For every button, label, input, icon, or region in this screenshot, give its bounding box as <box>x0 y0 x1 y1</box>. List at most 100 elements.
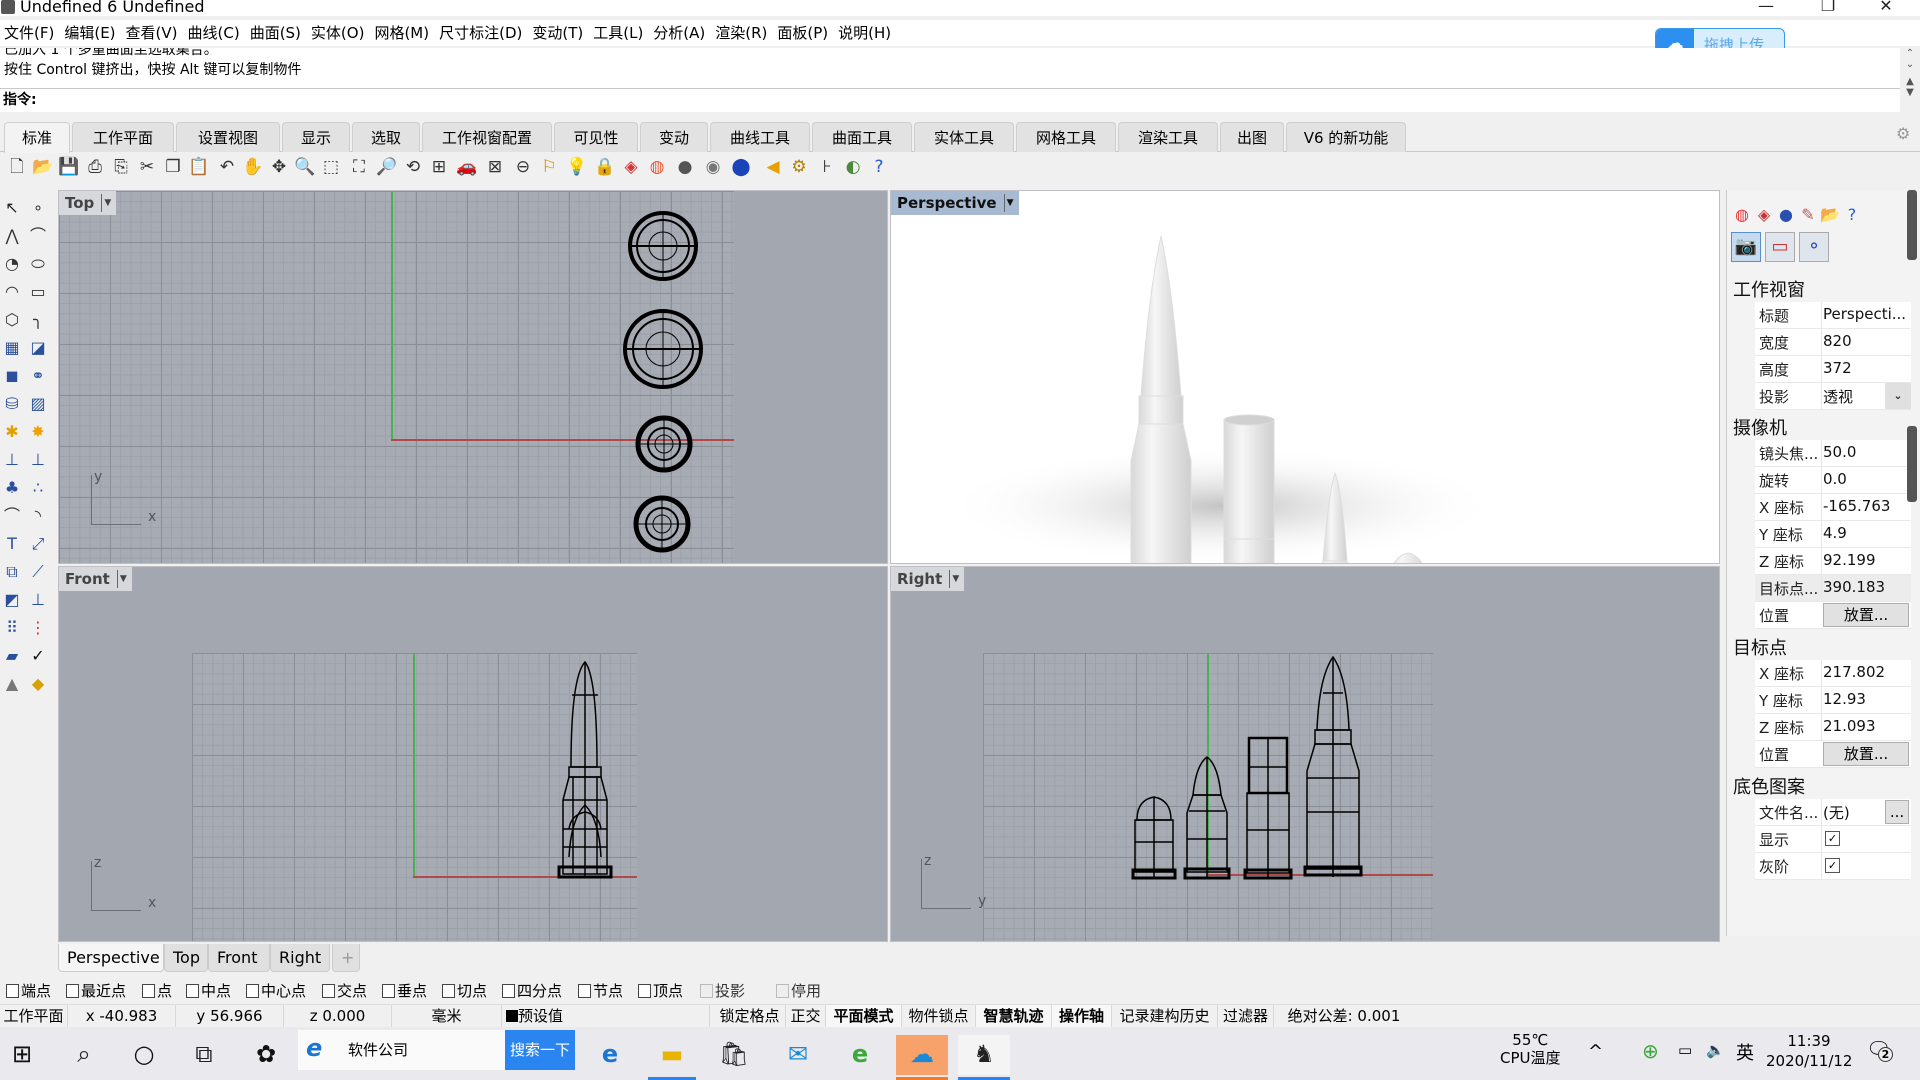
viewport-tab-perspective[interactable]: Perspective <box>58 944 164 972</box>
box-icon[interactable]: ◼ <box>0 364 24 388</box>
prop-row-camera-y[interactable]: Y 座标 4.9 <box>1755 521 1911 548</box>
tab-cplanes[interactable]: 工作平面 <box>72 122 174 152</box>
rectangle-icon[interactable]: ▭ <box>26 280 50 304</box>
open-folder-icon[interactable]: 📂 <box>32 154 54 180</box>
taskbar-search-box[interactable]: e 软件公司 <box>298 1030 506 1070</box>
prop-value[interactable]: -165.763 <box>1823 497 1890 515</box>
menu-solid[interactable]: 实体(O) <box>307 20 371 46</box>
group-icon[interactable]: ♣ <box>0 476 24 500</box>
gear-icon[interactable]: ⚙ <box>1896 124 1910 143</box>
tab-solid-tools[interactable]: 实体工具 <box>914 122 1014 152</box>
select-arrow-icon[interactable]: ↖ <box>0 196 24 220</box>
undo-view-icon[interactable]: ⟲ <box>402 154 424 180</box>
file-explorer-icon[interactable]: ▬ <box>652 1035 692 1075</box>
toggle-ortho[interactable]: 正交 <box>786 1005 826 1027</box>
viewport-top[interactable]: yx Top ▼ <box>58 190 888 564</box>
split-icon[interactable]: ⊥ <box>26 448 50 472</box>
cplane-indicator[interactable]: 工作平面 <box>0 1005 68 1027</box>
osnap-disable[interactable]: 停用 <box>776 980 821 1002</box>
dimension-icon[interactable]: ⊦ <box>816 154 838 180</box>
prop-value[interactable]: 0.0 <box>1823 470 1847 488</box>
extrude-solid-icon[interactable]: ◩ <box>0 588 24 612</box>
prop-row-camera-x[interactable]: X 座标 -165.763 <box>1755 494 1911 521</box>
ime-indicator[interactable]: 英 <box>1736 1039 1754 1065</box>
chevron-down-icon[interactable]: ⌄ <box>1885 383 1911 409</box>
task-view-icon[interactable]: ⧉ <box>184 1035 224 1075</box>
prop-row-rotation[interactable]: 旋转 0.0 <box>1755 467 1911 494</box>
menu-edit[interactable]: 编辑(E) <box>60 20 121 46</box>
help-panel-icon[interactable]: ? <box>1841 204 1863 226</box>
place-target-button[interactable]: 放置... <box>1823 742 1909 766</box>
prop-value[interactable]: 12.93 <box>1823 690 1866 708</box>
search-icon[interactable]: ⌕ <box>64 1035 104 1075</box>
rotate-view-icon[interactable]: ✥ <box>268 154 290 180</box>
undo-icon[interactable]: ↶ <box>216 154 238 180</box>
prop-value[interactable]: 820 <box>1823 332 1852 350</box>
ellipse-icon[interactable]: ⬭ <box>26 252 50 276</box>
color-wheel-icon[interactable]: ◍ <box>1731 204 1753 226</box>
new-file-icon[interactable]: 🗋 <box>6 154 28 180</box>
zoom-window-icon[interactable]: ⬚ <box>320 154 342 180</box>
store-icon[interactable]: 🛍 <box>714 1035 754 1075</box>
arc-icon[interactable]: ◠ <box>0 280 24 304</box>
material-sphere-icon[interactable]: ● <box>1775 204 1797 226</box>
panel-scroll-thumb[interactable] <box>1907 426 1917 502</box>
cylinder-icon[interactable]: ⛁ <box>0 392 24 416</box>
menu-tools[interactable]: 工具(L) <box>589 20 649 46</box>
mesh-icon[interactable]: ▨ <box>26 392 50 416</box>
menu-render[interactable]: 渲染(R) <box>711 20 773 46</box>
tab-curve-tools[interactable]: 曲线工具 <box>710 122 810 152</box>
viewport-perspective[interactable]: Perspective ▼ <box>890 190 1720 564</box>
pan-hand-icon[interactable]: ✋ <box>242 154 264 180</box>
viewport-menu-dropdown-icon[interactable]: ▼ <box>101 194 113 212</box>
render-icon[interactable]: ◆ <box>26 672 50 696</box>
prop-value[interactable]: 21.093 <box>1823 717 1876 735</box>
options-gear-icon[interactable]: ⚙ <box>788 154 810 180</box>
lock-icon[interactable]: 🔒 <box>594 154 616 180</box>
text-icon[interactable]: T <box>0 532 24 556</box>
menu-dimension[interactable]: 尺寸标注(D) <box>435 20 528 46</box>
viewport-menu-dropdown-icon[interactable]: ▼ <box>116 570 129 588</box>
save-icon[interactable]: 💾 <box>58 154 80 180</box>
flow-icon[interactable]: ▰ <box>0 644 24 668</box>
prop-row-height[interactable]: 高度 372 <box>1755 356 1911 383</box>
four-viewports-icon[interactable]: ⊞ <box>428 154 450 180</box>
prop-value[interactable]: 217.802 <box>1823 663 1885 681</box>
surface-from-points-icon[interactable]: ▦ <box>0 336 24 360</box>
check-icon[interactable]: ✓ <box>26 644 50 668</box>
notification-center-icon[interactable]: 🗨2 <box>1866 1037 1893 1062</box>
rectangular-array-icon[interactable]: ⠿ <box>0 616 24 640</box>
baidu-netdisk-icon[interactable]: ☁ <box>896 1035 948 1075</box>
tab-transform[interactable]: 变动 <box>640 122 708 152</box>
viewport-title-perspective[interactable]: Perspective ▼ <box>891 191 1019 215</box>
browser-360-icon[interactable]: e <box>840 1035 880 1075</box>
viewport-tab-front[interactable]: Front <box>208 944 270 972</box>
prop-row-projection[interactable]: 投影 透视 ⌄ <box>1755 383 1911 410</box>
viewport-menu-dropdown-icon[interactable]: ▼ <box>1003 194 1016 212</box>
tab-visibility[interactable]: 可见性 <box>554 122 638 152</box>
fillet-icon[interactable]: ⌒ <box>0 504 24 528</box>
cpu-temp-widget[interactable]: 55℃ CPU温度 <box>1500 1031 1561 1067</box>
fillet-curve-icon[interactable]: ╮ <box>26 308 50 332</box>
toggle-osnap[interactable]: 物件锁点 <box>902 1005 976 1027</box>
zoom-selected-icon[interactable]: 🔎 <box>376 154 398 180</box>
layers-icon[interactable]: ◈ <box>1753 204 1775 226</box>
tab-mesh-tools[interactable]: 网格工具 <box>1016 122 1116 152</box>
place-camera-button[interactable]: 放置... <box>1823 603 1909 627</box>
viewport-tab-top[interactable]: Top <box>164 944 208 972</box>
toggle-record-history[interactable]: 记录建构历史 <box>1112 1005 1218 1027</box>
menu-transform[interactable]: 变动(T) <box>528 20 589 46</box>
import-icon[interactable]: ⎘ <box>110 154 132 180</box>
light-icon[interactable]: ✎ <box>1797 204 1819 226</box>
prop-row-target-x[interactable]: X 座标 217.802 <box>1755 660 1911 687</box>
tab-render-tools[interactable]: 渲染工具 <box>1118 122 1218 152</box>
surface-extrude-icon[interactable]: ◪ <box>26 336 50 360</box>
app-icon[interactable]: ✿ <box>246 1035 286 1075</box>
add-viewport-tab-button[interactable]: + <box>332 944 360 972</box>
prompt-up-icon[interactable]: ▲ <box>1900 76 1920 87</box>
array-icon[interactable]: ⧉ <box>0 560 24 584</box>
orient-icon[interactable]: ⟋ <box>26 560 50 584</box>
prop-row-lens[interactable]: 镜头焦... 50.0 <box>1755 440 1911 467</box>
prop-value[interactable]: 50.0 <box>1823 443 1856 461</box>
osnap-perpendicular[interactable]: 垂点 <box>382 980 427 1002</box>
